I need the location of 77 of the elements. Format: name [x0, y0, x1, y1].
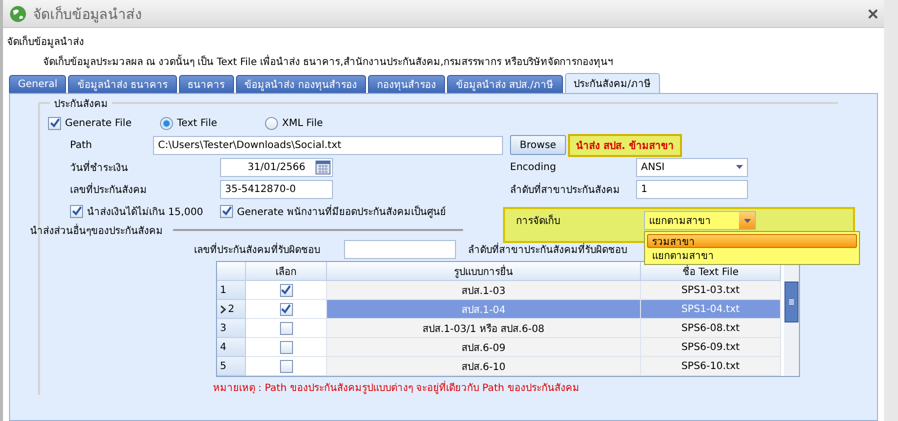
checkbox[interactable] — [280, 360, 292, 372]
checkbox-label: นำส่งเงินได้ไม่เกิน 15,000 — [87, 205, 204, 218]
dropdown-option[interactable]: แยกตามสาขา — [647, 248, 857, 262]
row-number: 5 — [220, 360, 226, 372]
checkbox[interactable] — [280, 302, 292, 316]
row-header[interactable]: 5 — [217, 357, 246, 376]
dropdown-toggle[interactable] — [739, 212, 755, 229]
tab[interactable]: กองทุนสำรอง — [368, 75, 445, 93]
checkbox[interactable] — [280, 340, 292, 354]
branch-field[interactable]: 1 — [636, 180, 748, 198]
radio-label: XML File — [282, 118, 323, 128]
responsible-no-field[interactable] — [344, 240, 456, 258]
column-header: รูปแบบการยื่น — [327, 262, 641, 281]
tab[interactable]: ข้อมูลนำส่ง ธนาคาร — [68, 75, 177, 93]
tab[interactable]: ข้อมูลนำส่ง สปส./ภาษี — [446, 75, 563, 93]
window-title: จัดเก็บข้อมูลนำส่ง — [33, 4, 143, 24]
table-cell: สปส.1-04 — [327, 300, 641, 319]
date-field[interactable]: 31/01/2566 — [220, 158, 333, 176]
radio-label: Text File — [177, 118, 218, 128]
calendar-icon[interactable] — [315, 159, 331, 175]
field-label: Encoding — [510, 162, 556, 172]
tab[interactable]: ข้อมูลนำส่ง กองทุนสำรอง — [236, 75, 366, 93]
close-icon[interactable] — [868, 8, 878, 18]
tab[interactable]: ธนาคาร — [178, 75, 234, 93]
caret-icon — [736, 165, 742, 169]
table-cell: สปส.6-10 — [327, 357, 641, 376]
note-badge: นำส่ง สปส. ข้ามสาขา — [568, 134, 682, 156]
social-security-field[interactable]: 35-5412870-0 — [220, 180, 333, 198]
section-title: นำส่งส่วนอื่นๆของประกันสังคม — [30, 222, 163, 238]
checkbox-label: Generate พนักงานที่มียอดประกันสังคมเป็นศูนย์ — [237, 204, 446, 218]
caret-icon — [744, 218, 750, 222]
field-label: เลขที่ประกันสังคมที่รับผิดชอบ — [194, 242, 320, 256]
table-cell: SPS6-10.txt — [641, 357, 781, 376]
dropdown-option[interactable]: รวมสาขา — [647, 234, 857, 248]
tab[interactable]: ประกันสังคม/ภาษี — [564, 73, 660, 93]
description: จัดเก็บข้อมูลประมวลผล ณ งวดนั้นๆ เป็น Text File เพื่อนำส่ง ธนาคาร,สำนักงานประกันสังคม,กรมสรรพากร หรือบริษัทจัดการกองทุนฯ — [7, 54, 880, 69]
field-label: ลำดับที่สาขาประกันสังคม — [510, 182, 620, 196]
chevron-icon — [220, 304, 226, 314]
table-cell: SPS6-08.txt — [641, 319, 781, 338]
radio-button[interactable] — [160, 116, 173, 130]
row-number: 1 — [220, 284, 226, 296]
table-cell: SPS1-04.txt — [641, 300, 781, 319]
row-number: 2 — [228, 304, 234, 314]
field-label: วันที่ชำระเงิน — [70, 160, 128, 174]
storage-select[interactable]: แยกตามสาขา — [644, 211, 756, 230]
globe-icon — [9, 4, 27, 22]
field-label: ลำดับที่สาขาประกันสังคมที่รับผิดชอบ — [468, 242, 627, 256]
checkbox-label: Generate File — [65, 118, 132, 128]
row-header[interactable]: 3 — [217, 319, 246, 338]
tab[interactable]: General — [9, 75, 66, 93]
row-header[interactable]: 2 — [217, 300, 246, 319]
table-cell: SPS1-03.txt — [641, 281, 781, 300]
encoding-select[interactable]: ANSI — [636, 158, 748, 176]
path-field[interactable]: C:\Users\Tester\Downloads\Social.txt — [153, 136, 503, 154]
row-number: 4 — [220, 342, 226, 352]
checkbox[interactable] — [280, 322, 292, 334]
scrollbar-drawing[interactable] — [784, 262, 799, 376]
radio-button[interactable] — [265, 116, 278, 130]
row-number: 3 — [220, 322, 226, 334]
column-header: เลือก — [246, 262, 327, 281]
note-text: หมายเหตุ : Path ของประกันสังคมรูปแบบต่างๆ จะอยู่ที่เดียวกับ Path ของประกันสังคม — [213, 380, 838, 395]
browse-button[interactable]: Browse — [510, 135, 566, 155]
table-cell: สปส.1-03/1 หรือ สปส.6-08 — [327, 319, 641, 338]
field-label: การจัดเก็บ — [516, 213, 560, 228]
table-cell: สปส.6-09 — [327, 338, 641, 357]
checkbox[interactable] — [70, 204, 83, 218]
table-cell: SPS6-09.txt — [641, 338, 781, 357]
checkbox[interactable] — [220, 204, 233, 218]
checkbox[interactable] — [48, 116, 61, 130]
row-header[interactable]: 1 — [217, 281, 246, 300]
field-label: Path — [70, 140, 92, 150]
checkbox[interactable] — [280, 284, 292, 296]
corner-header — [217, 262, 246, 281]
table-cell: สปส.1-03 — [327, 281, 641, 300]
heading: จัดเก็บข้อมูลนำส่ง — [7, 34, 85, 49]
field-label: เลขที่ประกันสังคม — [70, 182, 147, 196]
row-header[interactable]: 4 — [217, 338, 246, 357]
